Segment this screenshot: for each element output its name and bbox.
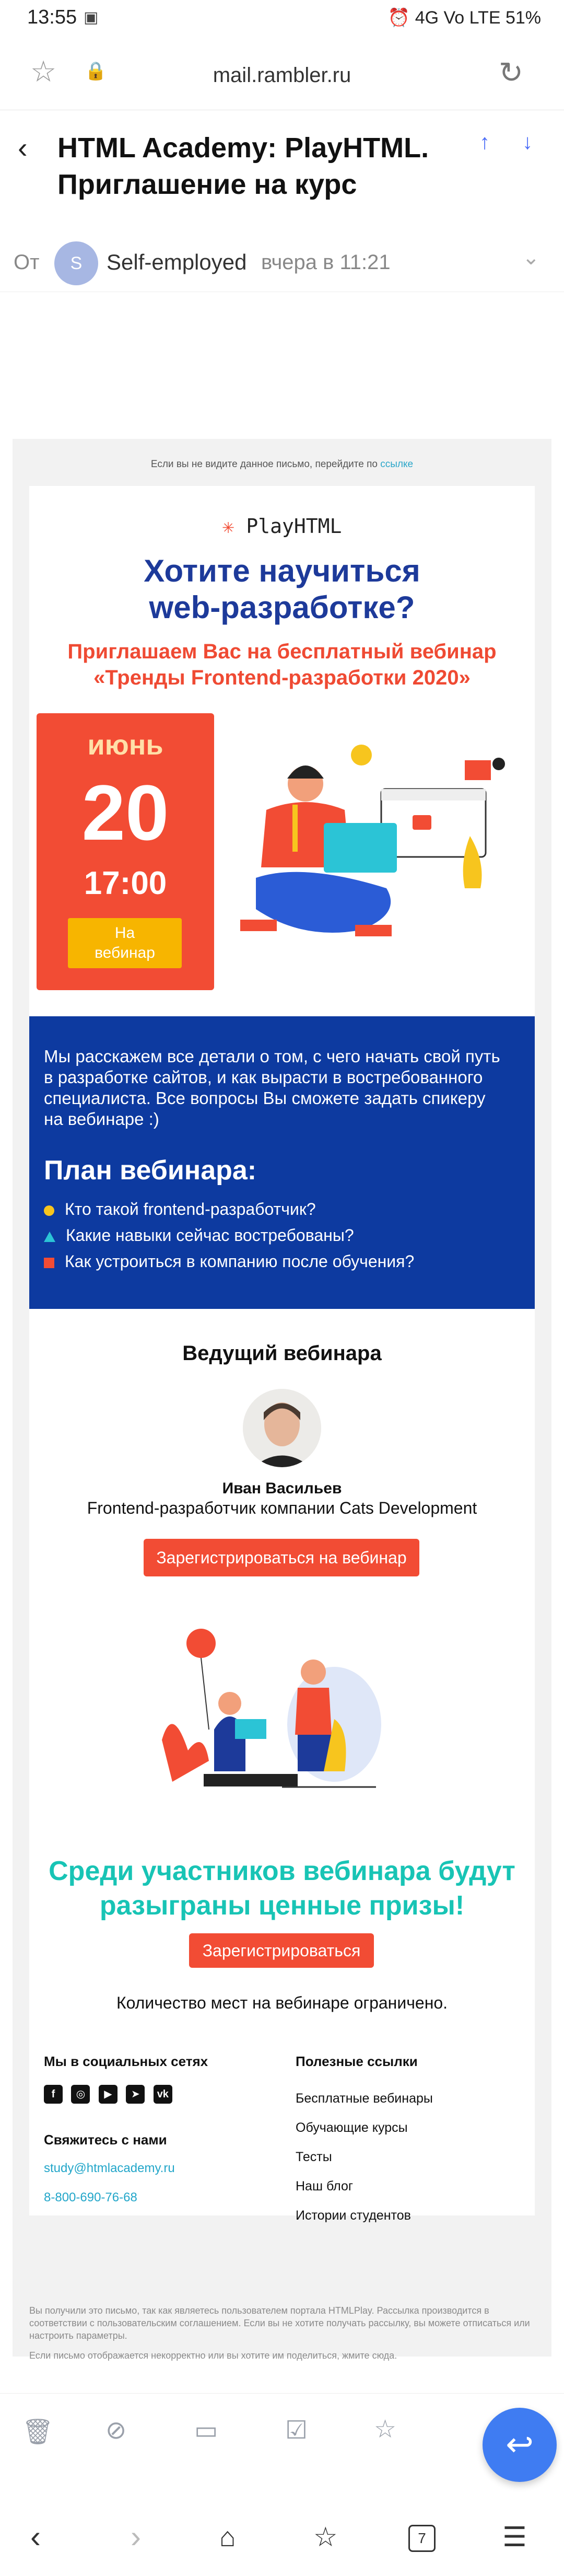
- tabs-icon[interactable]: 7: [408, 2525, 436, 2552]
- status-bar: 13:55 ▣ ⏰ 4G Vo LTE 51%: [0, 0, 564, 37]
- plan-item: Как устроиться в компанию после обучения…: [44, 1252, 414, 1271]
- spam-icon[interactable]: ⊘: [105, 2416, 126, 2445]
- vk-icon[interactable]: vk: [153, 2085, 172, 2104]
- footer-link[interactable]: Обучающие курсы: [296, 2120, 408, 2136]
- mail-date: вчера в 11:21: [261, 251, 391, 274]
- team-illustration: [162, 1629, 381, 1788]
- useful-links-title: Полезные ссылки: [296, 2053, 418, 2069]
- sender-avatar: S: [54, 241, 98, 285]
- contact-phone[interactable]: 8-800-690-76-68: [44, 2190, 137, 2205]
- mark-read-icon[interactable]: ☑: [285, 2416, 308, 2445]
- reload-icon[interactable]: ↻: [499, 55, 523, 90]
- plan-item-text: Какие навыки сейчас востребованы?: [66, 1226, 354, 1245]
- footer-link[interactable]: Истории студентов: [296, 2208, 411, 2223]
- host-avatar: [243, 1389, 321, 1467]
- forward-icon[interactable]: ›: [131, 2519, 141, 2555]
- preheader: Если вы не видите данное письмо, перейди…: [0, 459, 564, 470]
- host-photo: [243, 1389, 321, 1467]
- invite-line-1: Приглашаем Вас на бесплатный вебинар: [67, 640, 497, 663]
- facebook-icon[interactable]: f: [44, 2085, 63, 2104]
- plan-item-text: Как устроиться в компанию после обучения…: [65, 1252, 415, 1271]
- trash-icon[interactable]: 🗑: [22, 2417, 54, 2446]
- telegram-icon[interactable]: ➤: [126, 2085, 145, 2104]
- intro-text: Мы расскажем все детали о том, с чего на…: [44, 1047, 500, 1129]
- hero-illustration: [240, 745, 505, 936]
- logo-star-icon: ✳: [222, 515, 234, 538]
- url-text[interactable]: mail.rambler.ru: [0, 64, 564, 87]
- browser-url-bar: ☆ 🔒 mail.rambler.ru ↻: [0, 37, 564, 110]
- invite-text: Приглашаем Вас на бесплатный вебинар «Тр…: [0, 639, 564, 691]
- logo: ✳ PlayHTML: [0, 515, 564, 538]
- contact-title: Свяжитесь с нами: [44, 2132, 167, 2148]
- preheader-text: Если вы не видите данное письмо, перейди…: [150, 459, 378, 470]
- from-label: От: [14, 251, 40, 274]
- host-title: Ведущий вебинара: [182, 1342, 382, 1365]
- gallery-icon: ▣: [84, 9, 99, 26]
- headline-line-2: web-разработке?: [149, 590, 415, 625]
- webinar-button-line-1: На: [114, 924, 135, 942]
- bullet-circle-icon: [44, 1205, 54, 1216]
- legal-text: Вы получили это письмо, так как являетес…: [29, 2305, 530, 2341]
- bullet-triangle-icon: [44, 1231, 55, 1242]
- bullet-square-icon: [44, 1257, 54, 1268]
- plan-item-text: Кто такой frontend-разработчик?: [65, 1200, 316, 1219]
- register-button[interactable]: Зарегистрироваться: [189, 1933, 374, 1968]
- invite-line-2: «Тренды Frontend-разработки 2020»: [93, 666, 471, 689]
- contact-email[interactable]: study@htmlacademy.ru: [44, 2161, 175, 2176]
- bookmarks-star-icon[interactable]: ☆: [313, 2522, 338, 2553]
- plan-title: План вебинара:: [44, 1155, 257, 1186]
- host-name: Иван Васильев: [222, 1480, 342, 1497]
- register-webinar-button[interactable]: Зарегистрироваться на вебинар: [144, 1539, 419, 1576]
- back-icon[interactable]: ‹: [30, 2519, 41, 2555]
- next-mail-icon[interactable]: ↓: [522, 131, 533, 154]
- webinar-button[interactable]: На вебинар: [68, 918, 182, 968]
- star-icon[interactable]: ☆: [374, 2415, 396, 2444]
- chevron-down-icon[interactable]: ⌄: [522, 246, 540, 270]
- headline: Хотите научиться web-разработке?: [0, 553, 564, 626]
- plan-item: Кто такой frontend-разработчик?: [44, 1200, 316, 1219]
- reply-icon[interactable]: ↩: [483, 2408, 557, 2482]
- limited-seats-note: Количество мест на вебинаре ограничено.: [116, 1993, 448, 2012]
- mail-action-bar: 🗑 ⊘ ▭ ☑ ☆: [0, 2393, 564, 2472]
- status-time: 13:55: [27, 6, 77, 28]
- mail-subject: HTML Academy: PlayHTML. Приглашение на к…: [57, 132, 429, 200]
- prev-mail-icon[interactable]: ↑: [479, 131, 490, 154]
- home-icon[interactable]: ⌂: [219, 2522, 236, 2553]
- status-indicators: ⏰ 4G Vo LTE 51%: [387, 8, 541, 28]
- prize-line-2: разыграны ценные призы!: [99, 1890, 465, 1921]
- prize-text: Среди участников вебинара будут разыгран…: [0, 1854, 564, 1923]
- legal-share-text[interactable]: Если письмо отображается некорректно или…: [29, 2349, 535, 2362]
- date-month: июнь: [87, 729, 163, 761]
- date-day: 20: [81, 769, 169, 856]
- back-arrow-icon[interactable]: ‹: [18, 131, 28, 165]
- social-icons: f ◎ ▶ ➤ vk: [44, 2085, 179, 2104]
- instagram-icon[interactable]: ◎: [71, 2085, 90, 2104]
- sender-name[interactable]: Self-employed: [107, 250, 246, 275]
- logo-text: PlayHTML: [246, 515, 342, 538]
- plan-item: Какие навыки сейчас востребованы?: [44, 1226, 354, 1245]
- social-title: Мы в социальных сетях: [44, 2053, 208, 2069]
- youtube-icon[interactable]: ▶: [98, 2085, 118, 2104]
- webinar-button-line-2: вебинар: [95, 944, 155, 961]
- menu-icon[interactable]: ☰: [502, 2522, 527, 2553]
- footer-link[interactable]: Тесты: [296, 2150, 332, 2165]
- date-time: 17:00: [84, 865, 167, 901]
- prize-line-1: Среди участников вебинара будут: [49, 1856, 515, 1886]
- host-role: Frontend-разработчик компании Cats Devel…: [87, 1499, 477, 1517]
- headline-line-1: Хотите научиться: [144, 553, 420, 588]
- folder-icon[interactable]: ▭: [194, 2416, 218, 2445]
- footer-link[interactable]: Бесплатные вебинары: [296, 2091, 433, 2106]
- browser-nav-bar: ‹ › ⌂ ☆ 7 ☰: [0, 2503, 564, 2576]
- footer-link[interactable]: Наш блог: [296, 2179, 353, 2194]
- preheader-link[interactable]: ссылке: [380, 459, 413, 470]
